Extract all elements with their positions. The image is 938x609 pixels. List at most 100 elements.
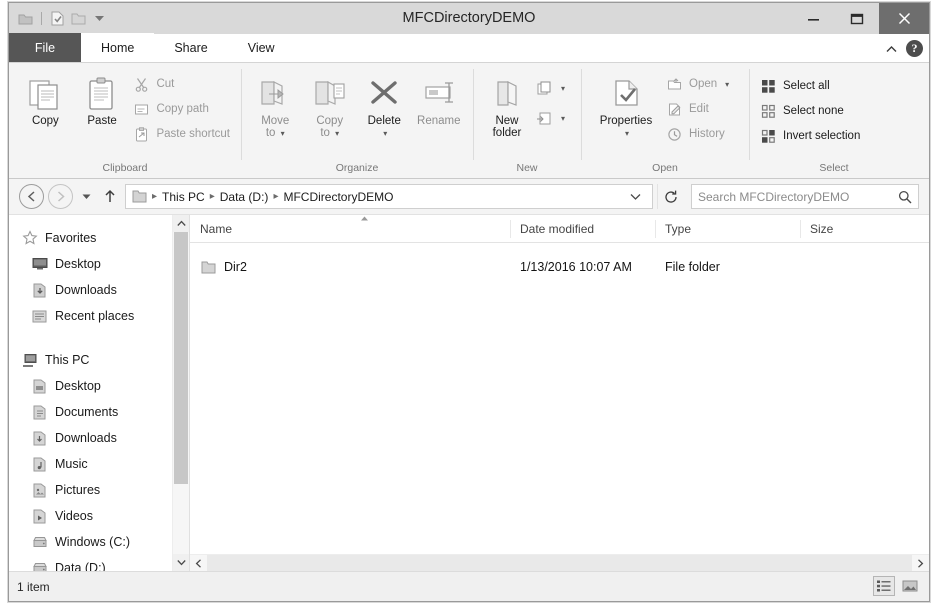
sidebar-item-desktop[interactable]: Desktop <box>9 373 189 399</box>
history-button[interactable]: History <box>663 123 732 145</box>
properties-button[interactable]: Properties ▾ <box>589 69 663 140</box>
sidebar-item-downloads[interactable]: Downloads <box>9 425 189 451</box>
hscroll-left-button[interactable] <box>190 555 207 571</box>
tab-share[interactable]: Share <box>154 33 227 62</box>
rename-button[interactable]: Rename <box>413 69 466 127</box>
open-label: Open <box>689 78 718 90</box>
forward-button[interactable] <box>48 184 73 209</box>
sort-ascending-icon <box>360 216 369 222</box>
details-view-button[interactable] <box>873 576 895 596</box>
back-button[interactable] <box>19 184 44 209</box>
navigation-pane[interactable]: Favorites Desktop Downloads Recent place… <box>9 215 189 571</box>
quick-access-toolbar[interactable] <box>9 3 108 34</box>
new-item-button[interactable]: ▾ <box>533 77 568 99</box>
open-button[interactable]: Open ▾ <box>663 73 732 95</box>
edit-icon <box>666 101 683 118</box>
breadcrumb-folder-icon <box>131 189 148 204</box>
copy-path-icon <box>133 101 150 118</box>
breadcrumb-sep-1[interactable]: ▸ <box>209 191 216 202</box>
help-icon[interactable]: ? <box>906 40 923 57</box>
breadcrumb-sep-2[interactable]: ▸ <box>272 191 279 202</box>
sidebar-item-music[interactable]: Music <box>9 451 189 477</box>
paste-shortcut-icon <box>133 126 150 143</box>
edit-button[interactable]: Edit <box>663 98 732 120</box>
large-icons-view-button[interactable] <box>899 576 921 596</box>
up-button[interactable] <box>99 184 121 209</box>
address-dropdown-caret-icon[interactable] <box>630 193 650 201</box>
copy-to-button[interactable]: Copy to ▾ <box>304 69 357 140</box>
copy-button[interactable]: Copy <box>17 69 74 127</box>
breadcrumb-mfcdirectorydemo[interactable]: MFCDirectoryDEMO <box>279 190 397 204</box>
search-box[interactable]: Search MFCDirectoryDEMO <box>691 184 919 209</box>
this-pc-icon <box>21 352 38 368</box>
cut-button[interactable]: Cut <box>130 73 233 95</box>
move-to-button[interactable]: Move to ▾ <box>249 69 302 140</box>
minimize-button[interactable] <box>791 3 835 34</box>
sidebar-item-pictures[interactable]: Pictures <box>9 477 189 503</box>
sidebar-label-pictures: Pictures <box>55 483 101 497</box>
magnifier-icon[interactable] <box>898 190 912 204</box>
column-header-size[interactable]: Size <box>800 215 880 243</box>
nav-scroll-thumb[interactable] <box>174 232 188 484</box>
explorer-window: MFCDirectoryDEMO File Home Share View ? … <box>8 2 930 602</box>
breadcrumb-data-d[interactable]: Data (D:) <box>216 190 273 204</box>
sidebar-item-windows-c[interactable]: Windows (C:) <box>9 529 189 555</box>
customize-qat-caret-icon[interactable] <box>91 10 108 27</box>
column-header-name[interactable]: Name <box>190 215 510 243</box>
tab-home[interactable]: Home <box>81 33 155 62</box>
sidebar-item-favorites[interactable]: Favorites <box>9 225 189 251</box>
history-icon <box>666 126 683 143</box>
open-caret-icon[interactable]: ▾ <box>725 80 729 89</box>
copy-path-button[interactable]: Copy path <box>130 98 233 120</box>
sidebar-label-documents: Documents <box>55 405 119 419</box>
breadcrumb-bar[interactable]: ▸ This PC ▸ Data (D:) ▸ MFCDirectoryDEMO <box>125 184 653 209</box>
folder-videos-icon <box>31 508 48 524</box>
column-header-date-modified[interactable]: Date modified <box>510 215 655 243</box>
easy-access-button[interactable]: ▾ <box>533 107 568 129</box>
new-folder-icon[interactable] <box>70 10 87 27</box>
select-none-label: Select none <box>783 105 844 117</box>
column-label-name: Name <box>200 221 233 236</box>
downloads-icon <box>31 282 48 298</box>
recent-locations-caret-icon[interactable] <box>77 184 95 209</box>
app-icon[interactable] <box>17 10 34 27</box>
maximize-button[interactable] <box>835 3 879 34</box>
window-controls[interactable] <box>791 3 929 34</box>
nav-scroll-down-button[interactable] <box>173 554 189 571</box>
delete-button[interactable]: Delete ▾ <box>358 69 411 140</box>
new-item-caret-icon[interactable]: ▾ <box>561 84 565 93</box>
collapse-ribbon-icon[interactable] <box>885 43 897 55</box>
nav-scroll-up-button[interactable] <box>173 215 189 232</box>
select-none-button[interactable]: Select none <box>757 100 863 122</box>
easy-access-caret-icon[interactable]: ▾ <box>561 114 565 123</box>
refresh-button[interactable] <box>657 184 683 209</box>
sidebar-item-this-pc[interactable]: This PC <box>9 347 189 373</box>
select-all-button[interactable]: Select all <box>757 75 863 97</box>
paste-icon <box>82 73 122 115</box>
address-bar: ▸ This PC ▸ Data (D:) ▸ MFCDirectoryDEMO… <box>9 179 929 215</box>
close-button[interactable] <box>879 3 929 34</box>
invert-selection-button[interactable]: Invert selection <box>757 125 863 147</box>
search-input[interactable]: Search MFCDirectoryDEMO <box>698 190 898 204</box>
hscroll-track[interactable] <box>207 555 912 571</box>
breadcrumb-this-pc[interactable]: This PC <box>158 190 209 204</box>
cell-name[interactable]: Dir2 <box>190 260 510 275</box>
column-header-type[interactable]: Type <box>655 215 800 243</box>
properties-icon[interactable] <box>49 10 66 27</box>
paste-button[interactable]: Paste <box>74 69 131 127</box>
tab-view[interactable]: View <box>228 33 295 62</box>
sidebar-item-downloads-fav[interactable]: Downloads <box>9 277 189 303</box>
sidebar-item-documents[interactable]: Documents <box>9 399 189 425</box>
navigation-pane-scrollbar[interactable] <box>172 215 189 571</box>
sidebar-item-recent-places[interactable]: Recent places <box>9 303 189 329</box>
paste-shortcut-button[interactable]: Paste shortcut <box>130 123 233 145</box>
sidebar-item-data-d[interactable]: Data (D:) <box>9 555 189 571</box>
table-row[interactable]: Dir2 1/13/2016 10:07 AM File folder <box>190 255 929 279</box>
file-list-horizontal-scrollbar[interactable] <box>190 554 929 571</box>
tab-file[interactable]: File <box>9 33 81 62</box>
select-none-icon <box>760 103 777 120</box>
hscroll-right-button[interactable] <box>912 555 929 571</box>
sidebar-item-desktop-fav[interactable]: Desktop <box>9 251 189 277</box>
sidebar-item-videos[interactable]: Videos <box>9 503 189 529</box>
new-folder-button[interactable]: New folder <box>481 69 533 139</box>
